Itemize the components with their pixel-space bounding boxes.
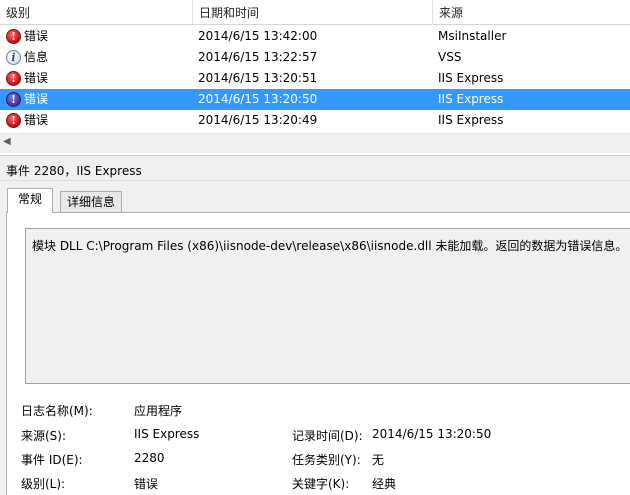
- column-header-datetime[interactable]: 日期和时间: [192, 0, 432, 25]
- event-id-value: 2280: [134, 451, 165, 465]
- tab-details[interactable]: 详细信息: [60, 191, 123, 213]
- event-list: 级别 日期和时间 来源 ! 错误 2014/6/15 13:42:00 MsiIn…: [0, 0, 630, 133]
- row-source: MsiInstaller: [438, 29, 507, 43]
- table-row[interactable]: ! 错误 2014/6/15 13:42:00 MsiInstaller: [0, 26, 630, 47]
- logged-value: 2014/6/15 13:20:50: [372, 427, 492, 441]
- column-header-level[interactable]: 级别: [0, 0, 192, 25]
- task-category-value: 无: [372, 453, 385, 467]
- row-datetime: 2014/6/15 13:22:57: [198, 50, 318, 64]
- column-header-source[interactable]: 来源: [432, 0, 630, 25]
- log-name-value: 应用程序: [134, 404, 183, 418]
- keywords-label: 关键字(K):: [292, 477, 350, 491]
- event-message: 模块 DLL C:\Program Files (x86)\iisnode-de…: [32, 239, 628, 253]
- error-icon: !: [6, 29, 21, 44]
- event-message-box[interactable]: 模块 DLL C:\Program Files (x86)\iisnode-de…: [25, 228, 630, 384]
- row-source: VSS: [438, 50, 462, 64]
- event-detail-title: 事件 2280，IIS Express: [6, 164, 142, 178]
- row-datetime: 2014/6/15 13:20:50: [198, 92, 318, 106]
- logged-label: 记录时间(D):: [292, 429, 363, 443]
- row-level: 错误: [24, 71, 49, 85]
- row-datetime: 2014/6/15 13:42:00: [198, 29, 318, 43]
- horizontal-scrollbar[interactable]: ◀: [0, 133, 630, 150]
- error-icon: !: [6, 71, 21, 86]
- row-source: IIS Express: [438, 71, 504, 85]
- task-category-label: 任务类别(Y):: [292, 453, 361, 467]
- level-value: 错误: [134, 477, 159, 491]
- table-row-selected[interactable]: ! 错误 2014/6/15 13:20:50 IIS Express: [0, 89, 630, 110]
- source-value: IIS Express: [134, 427, 200, 441]
- row-datetime: 2014/6/15 13:20:51: [198, 71, 318, 85]
- table-row[interactable]: ! 错误 2014/6/15 13:20:49 IIS Express: [0, 110, 630, 131]
- keywords-value: 经典: [372, 477, 397, 491]
- info-icon: i: [6, 50, 21, 65]
- row-level: 错误: [24, 92, 49, 106]
- row-level: 错误: [24, 29, 49, 43]
- event-id-label: 事件 ID(E):: [21, 453, 83, 467]
- source-label: 来源(S):: [21, 429, 67, 443]
- pane-splitter[interactable]: [0, 153, 630, 156]
- table-row[interactable]: i 信息 2014/6/15 13:22:57 VSS: [0, 47, 630, 68]
- log-name-label: 日志名称(M):: [21, 404, 93, 418]
- row-level: 信息: [24, 50, 49, 64]
- row-source: IIS Express: [438, 92, 504, 106]
- error-icon: !: [6, 113, 21, 128]
- row-source: IIS Express: [438, 113, 504, 127]
- table-row[interactable]: ! 错误 2014/6/15 13:20:51 IIS Express: [0, 68, 630, 89]
- row-datetime: 2014/6/15 13:20:49: [198, 113, 318, 127]
- row-level: 错误: [24, 113, 49, 127]
- tab-general[interactable]: 常规: [7, 188, 54, 213]
- level-label: 级别(L):: [21, 477, 66, 491]
- scroll-left-icon[interactable]: ◀: [3, 136, 11, 147]
- error-icon: !: [6, 92, 21, 107]
- event-list-header: 级别 日期和时间 来源: [0, 0, 630, 25]
